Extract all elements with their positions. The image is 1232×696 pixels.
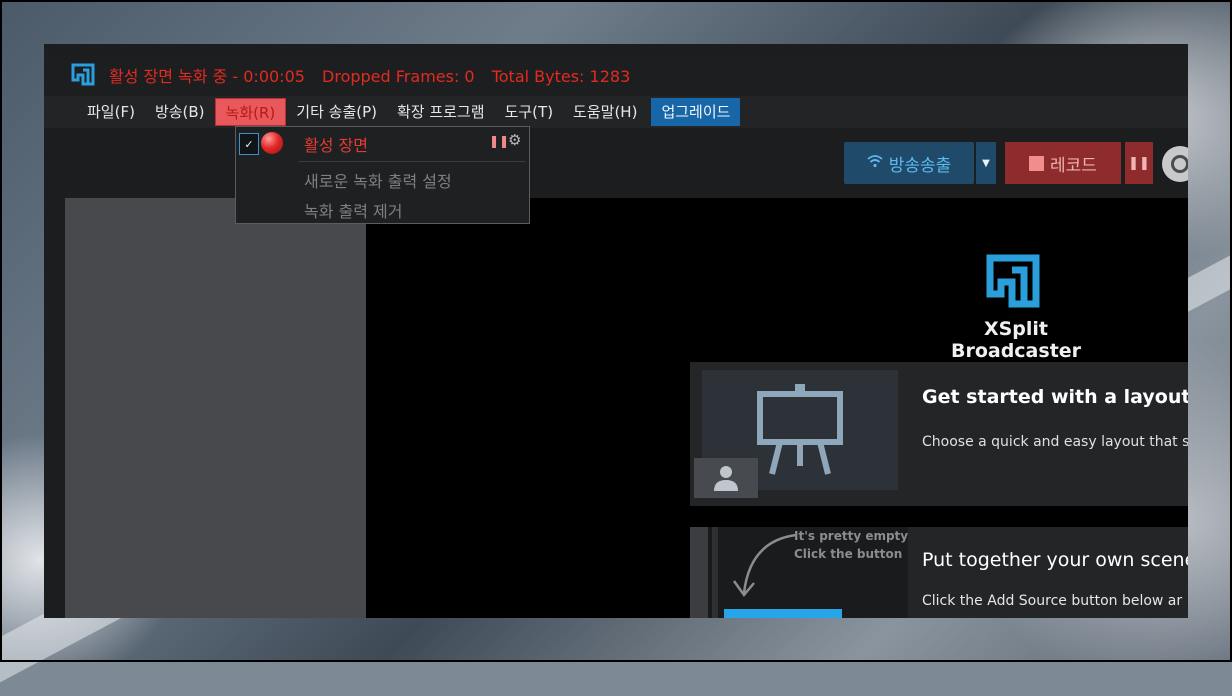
pause-icon[interactable]: ❚❚ bbox=[489, 134, 509, 148]
xsplit-brand-logo-icon bbox=[986, 254, 1040, 308]
stop-square-icon bbox=[1029, 155, 1045, 171]
record-dropdown-menu: ✓ 활성 장면 ❚❚ ⚙ 새로운 녹화 출력 설정 녹화 출력 제거 bbox=[235, 126, 530, 224]
xsplit-window: 활성 장면 녹화 중 - 0:00:05 Dropped Frames: 0 T… bbox=[44, 44, 1188, 618]
menu-upgrade[interactable]: 업그레이드 bbox=[651, 98, 741, 126]
menu-separator bbox=[298, 161, 526, 162]
chevron-down-icon: ▼ bbox=[982, 157, 990, 169]
xsplit-logo-icon bbox=[71, 63, 95, 86]
main-stage: XSplit Broadcaster Get started with a la… bbox=[366, 198, 1188, 618]
brand-name: XSplit Broadcaster bbox=[950, 318, 1082, 362]
menu-extensions[interactable]: 확장 프로그램 bbox=[387, 98, 495, 126]
menu-record[interactable]: 녹화(R) bbox=[214, 98, 287, 126]
curved-arrow-icon bbox=[732, 533, 797, 598]
empty-scene-hint: It's pretty empty Click the button bbox=[794, 527, 908, 563]
record-pause-button[interactable]: ❚❚ bbox=[1125, 142, 1153, 184]
record-dot-icon bbox=[261, 132, 283, 154]
menu-other-output[interactable]: 기타 송출(P) bbox=[286, 98, 387, 126]
layout-card[interactable]: Get started with a layout Choose a quick… bbox=[690, 362, 1188, 506]
dropped-frames: Dropped Frames: 0 bbox=[322, 67, 475, 86]
menu-file[interactable]: 파일(F) bbox=[77, 98, 145, 126]
total-bytes: Total Bytes: 1283 bbox=[491, 67, 631, 86]
user-avatar-icon bbox=[694, 458, 758, 498]
menu-tools[interactable]: 도구(T) bbox=[495, 98, 563, 126]
stream-button[interactable]: 방송송출 bbox=[844, 142, 974, 184]
scene-card-title: Put together your own scene bbox=[922, 549, 1188, 571]
active-scene-label: 활성 장면 bbox=[304, 136, 368, 155]
menu-bar: 파일(F) 방송(B) 녹화(R) 기타 송출(P) 확장 프로그램 도구(T)… bbox=[44, 96, 1188, 128]
menu-help[interactable]: 도움말(H) bbox=[563, 98, 647, 126]
record-active-scene-item[interactable]: ✓ 활성 장면 ❚❚ ⚙ bbox=[236, 127, 529, 159]
wifi-icon bbox=[867, 154, 883, 172]
pause-icon: ❚❚ bbox=[1128, 155, 1150, 171]
toolbar: 방송송출 ▼ 레코드 ❚❚ bbox=[44, 128, 1188, 198]
checkmark-icon[interactable]: ✓ bbox=[239, 133, 259, 155]
empty-hint-line1: It's pretty empty bbox=[794, 529, 909, 543]
add-source-button-preview bbox=[724, 609, 842, 618]
layout-card-subtitle: Choose a quick and easy layout that s bbox=[922, 434, 1188, 450]
record-button[interactable]: 레코드 bbox=[1005, 142, 1121, 184]
scene-card-subtitle: Click the Add Source button below ar bbox=[922, 593, 1183, 609]
layout-card-title: Get started with a layout bbox=[922, 386, 1188, 408]
recording-time: 활성 장면 녹화 중 - 0:00:05 bbox=[109, 67, 305, 86]
camera-icon bbox=[1171, 155, 1188, 173]
scene-list-scrollbar bbox=[690, 527, 708, 618]
gear-icon[interactable]: ⚙ bbox=[508, 131, 521, 149]
scene-thumbnail: It's pretty empty Click the button bbox=[690, 527, 908, 618]
stream-dropdown-button[interactable]: ▼ bbox=[976, 142, 996, 184]
recording-status: 활성 장면 녹화 중 - 0:00:05 Dropped Frames: 0 T… bbox=[109, 63, 642, 87]
scene-card[interactable]: It's pretty empty Click the button Put t… bbox=[690, 527, 1188, 618]
empty-hint-line2: Click the button bbox=[794, 547, 903, 561]
title-bar: 활성 장면 녹화 중 - 0:00:05 Dropped Frames: 0 T… bbox=[44, 54, 1188, 96]
scene-list-divider bbox=[712, 527, 718, 618]
new-recording-output-item[interactable]: 새로운 녹화 출력 설정 bbox=[304, 168, 452, 192]
left-panel bbox=[65, 198, 366, 618]
stream-button-label: 방송송출 bbox=[888, 155, 952, 176]
left-edge bbox=[44, 198, 65, 618]
record-button-label: 레코드 bbox=[1050, 155, 1097, 176]
menu-broadcast[interactable]: 방송(B) bbox=[145, 98, 215, 126]
screenshot-button[interactable] bbox=[1162, 146, 1188, 182]
remove-recording-output-item[interactable]: 녹화 출력 제거 bbox=[304, 198, 403, 222]
